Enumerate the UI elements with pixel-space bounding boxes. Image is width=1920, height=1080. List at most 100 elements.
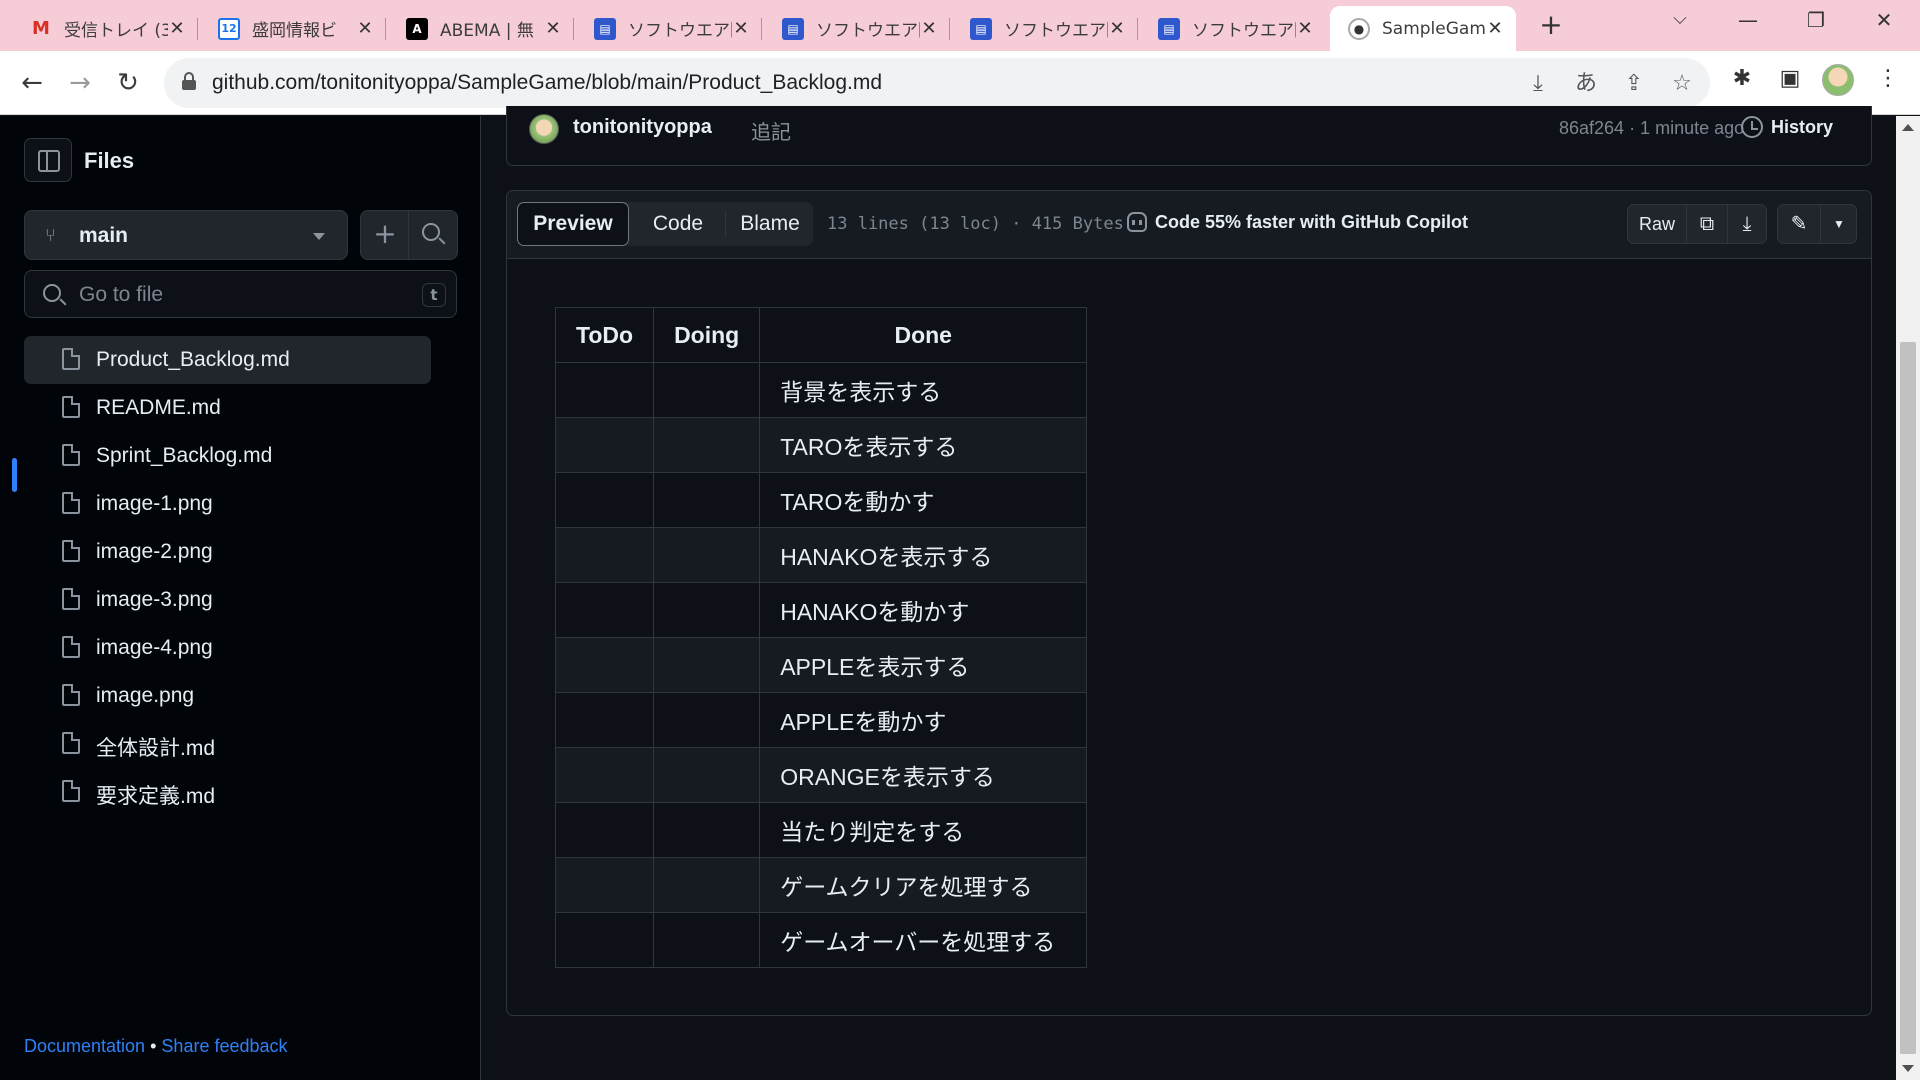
column-header-doing: Doing	[653, 307, 761, 363]
scroll-down-arrow-icon[interactable]	[1902, 1065, 1914, 1072]
tab-close-icon[interactable]: ✕	[732, 18, 750, 39]
file-icon	[62, 492, 80, 514]
close-window-icon[interactable]: ✕	[1864, 8, 1904, 32]
column-header-todo: ToDo	[554, 307, 655, 363]
file-item-image-4[interactable]: image-4.png	[24, 624, 431, 672]
todo-cell	[554, 472, 655, 528]
view-mode-switcher: Preview Code Blame	[517, 202, 813, 246]
restore-icon[interactable]: ❐	[1796, 8, 1836, 32]
documentation-link[interactable]: Documentation	[24, 1036, 145, 1056]
browser-tab-doc-4[interactable]: ▤ ソフトウエア開 ✕	[1140, 6, 1326, 51]
browser-tab-gmail[interactable]: M 受信トレイ (3 ✕	[12, 6, 198, 51]
file-item-product-backlog[interactable]: Product_Backlog.md	[24, 336, 431, 384]
file-icon	[62, 444, 80, 466]
new-tab-button[interactable]: +	[1536, 10, 1566, 40]
forward-icon[interactable]: →	[62, 65, 98, 101]
tab-separator	[761, 18, 762, 40]
tab-close-icon[interactable]: ✕	[1296, 18, 1314, 39]
copy-raw-icon[interactable]: ⧉	[1687, 205, 1727, 243]
tab-title: ソフトウエア開	[816, 21, 920, 41]
add-file-button[interactable]: +	[360, 210, 410, 260]
keyboard-shortcut-hint: t	[422, 283, 446, 307]
copilot-promo-link[interactable]: Code 55% faster with GitHub Copilot	[1155, 212, 1468, 233]
tab-preview[interactable]: Preview	[517, 202, 629, 246]
table-row: 当たり判定をする	[554, 802, 1088, 858]
tab-code[interactable]: Code	[633, 202, 723, 246]
commit-message[interactable]: 追記	[751, 116, 791, 145]
back-icon[interactable]: ←	[14, 65, 50, 101]
share-icon[interactable]: ⇪	[1620, 70, 1648, 98]
extensions-icon[interactable]: ✱	[1726, 63, 1758, 95]
go-to-file-input[interactable]: Go to file t	[24, 270, 457, 318]
doing-cell	[653, 747, 761, 803]
commit-sha-time[interactable]: 86af264 · 1 minute ago	[1559, 118, 1744, 139]
browser-tab-doc-1[interactable]: ▤ ソフトウエア開 ✕	[576, 6, 762, 51]
tab-blame[interactable]: Blame	[727, 202, 813, 246]
done-cell: HANAKOを動かす	[759, 582, 1088, 638]
profile-avatar[interactable]	[1822, 64, 1854, 96]
install-app-icon[interactable]: ⤓	[1524, 70, 1552, 98]
file-item-readme[interactable]: README.md	[24, 384, 431, 432]
browser-tab-doc-2[interactable]: ▤ ソフトウエア開 ✕	[764, 6, 950, 51]
download-icon[interactable]: ⤓	[1728, 205, 1766, 243]
segment-divider	[725, 212, 726, 236]
committer-avatar[interactable]	[529, 114, 559, 144]
file-item-image-3[interactable]: image-3.png	[24, 576, 431, 624]
history-button[interactable]: History	[1771, 117, 1833, 138]
tab-close-icon[interactable]: ✕	[356, 18, 374, 39]
edit-pencil-icon[interactable]: ✎	[1778, 205, 1820, 243]
browser-tab-doc-3[interactable]: ▤ ソフトウエア開 ✕	[952, 6, 1138, 51]
file-icon	[62, 396, 80, 418]
file-item-image-1[interactable]: image-1.png	[24, 480, 431, 528]
todo-cell	[554, 417, 655, 473]
tab-close-icon[interactable]: ✕	[1108, 18, 1126, 39]
column-header-done: Done	[759, 307, 1088, 363]
file-item-sprint-backlog[interactable]: Sprint_Backlog.md	[24, 432, 431, 480]
file-name: 全体設計.md	[96, 737, 216, 760]
file-item-image[interactable]: image.png	[24, 672, 431, 720]
tab-close-icon[interactable]: ✕	[544, 18, 562, 39]
tab-title: SampleGam	[1382, 18, 1486, 39]
github-icon: ●	[1348, 17, 1370, 40]
tab-close-icon[interactable]: ✕	[1486, 18, 1504, 39]
raw-button[interactable]: Raw	[1628, 205, 1686, 243]
translate-icon[interactable]: あ	[1572, 70, 1600, 98]
scroll-up-arrow-icon[interactable]	[1902, 124, 1914, 131]
file-name: image-1.png	[96, 492, 213, 515]
chrome-menu-icon[interactable]: ⋮	[1872, 63, 1904, 95]
minimize-icon[interactable]: —	[1728, 8, 1768, 32]
doing-cell	[653, 472, 761, 528]
scrollbar-thumb[interactable]	[1900, 342, 1916, 1054]
table-row: HANAKOを動かす	[554, 582, 1088, 638]
file-item-overall-design[interactable]: 全体設計.md	[24, 720, 431, 768]
url-text[interactable]: github.com/tonitonityoppa/SampleGame/blo…	[212, 71, 882, 95]
tab-close-icon[interactable]: ✕	[168, 18, 186, 39]
commit-author[interactable]: tonitonityoppa	[573, 116, 712, 139]
browser-tab-active-github[interactable]: ● SampleGam ✕	[1330, 6, 1516, 51]
todo-cell	[554, 857, 655, 913]
browser-tab-calendar[interactable]: 12 盛岡情報ビ ✕	[200, 6, 386, 51]
todo-cell	[554, 802, 655, 858]
chevron-down-icon[interactable]: ▼	[1821, 205, 1857, 243]
sidebar-title: Files	[84, 148, 135, 173]
search-code-button[interactable]	[408, 210, 458, 260]
tab-close-icon[interactable]: ✕	[920, 18, 938, 39]
browser-tab-abema[interactable]: A ABEMA | 無 ✕	[388, 6, 574, 51]
address-bar[interactable]: github.com/tonitonityoppa/SampleGame/blo…	[164, 58, 1710, 108]
reload-icon[interactable]: ↻	[110, 65, 146, 101]
tab-title: 受信トレイ (3	[64, 21, 168, 41]
bookmark-star-icon[interactable]: ☆	[1668, 70, 1696, 98]
tab-search-icon[interactable]: ⌵	[1660, 8, 1700, 29]
branch-selector[interactable]: ⑂ main	[24, 210, 348, 260]
file-item-requirements[interactable]: 要求定義.md	[24, 768, 431, 816]
table-row: TAROを表示する	[554, 417, 1088, 473]
file-item-image-2[interactable]: image-2.png	[24, 528, 431, 576]
done-cell: ORANGEを表示する	[759, 747, 1088, 803]
collapse-sidebar-button[interactable]	[24, 138, 72, 182]
sidebar-collapse-icon	[38, 150, 60, 172]
done-cell: 当たり判定をする	[759, 802, 1088, 858]
side-panel-icon[interactable]: ▣	[1774, 63, 1806, 95]
page-scrollbar[interactable]	[1896, 116, 1920, 1080]
abema-icon: A	[406, 17, 428, 40]
share-feedback-link[interactable]: Share feedback	[161, 1036, 287, 1056]
